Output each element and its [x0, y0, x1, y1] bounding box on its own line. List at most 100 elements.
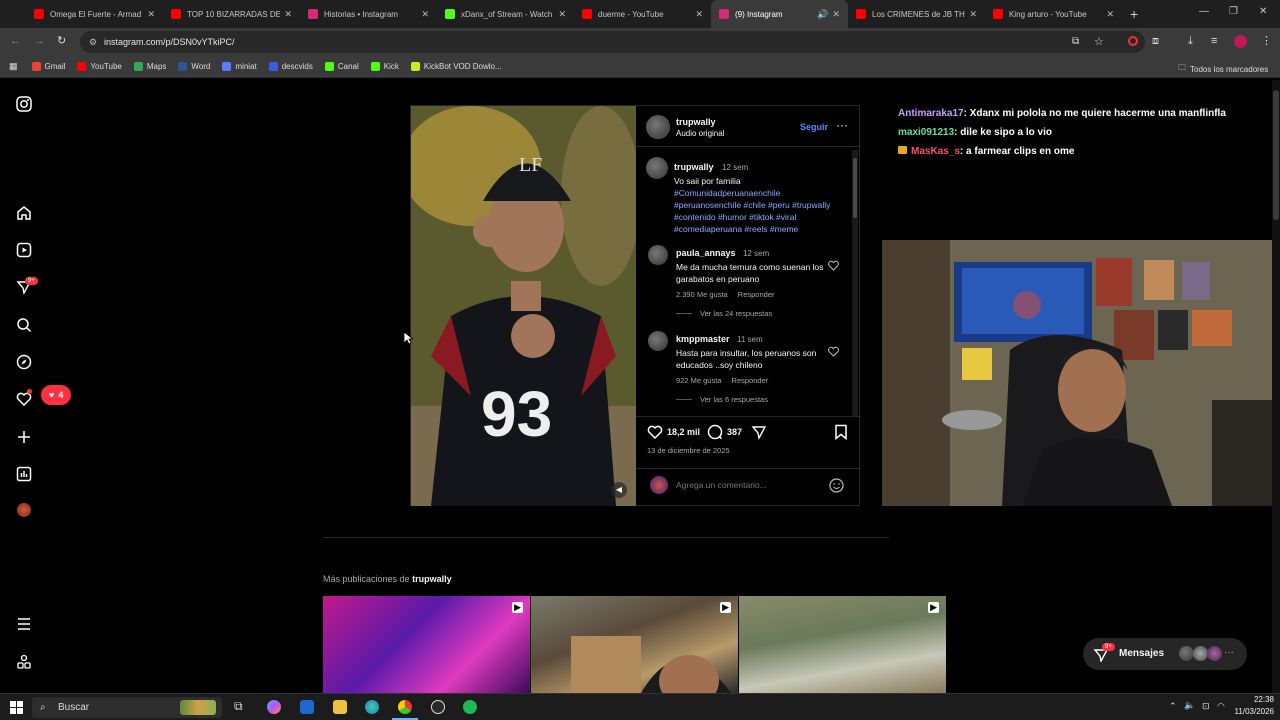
reels-icon[interactable] — [16, 242, 32, 258]
follow-button[interactable]: Seguir — [800, 122, 828, 132]
like-heart-icon[interactable] — [647, 424, 663, 440]
wifi-icon[interactable]: ◠ — [1217, 701, 1225, 712]
bookmark-item[interactable]: miniat — [222, 62, 257, 71]
scrollbar-thumb[interactable] — [853, 158, 857, 218]
mute-icon[interactable]: ◀ — [611, 482, 627, 498]
comment-avatar[interactable] — [648, 331, 668, 351]
menu-kebab-icon[interactable]: ⋮ — [1261, 34, 1272, 47]
comment-username[interactable]: paula_annays — [676, 248, 736, 258]
comment-like-icon[interactable] — [828, 260, 839, 271]
view-replies-button[interactable]: Ver las 24 respuestas — [700, 309, 772, 318]
share-icon[interactable] — [751, 424, 767, 440]
comment-like-icon[interactable] — [828, 346, 839, 357]
bookmark-item[interactable]: Gmail — [31, 62, 65, 71]
minimize-icon[interactable]: — — [1199, 6, 1209, 17]
downloads-icon[interactable]: ⤓ — [1188, 35, 1193, 48]
bookmark-item[interactable]: YouTube — [77, 62, 122, 71]
also-from-meta-icon[interactable] — [16, 654, 32, 670]
extensions-icon[interactable]: ⧈ — [1152, 35, 1159, 48]
bookmark-item[interactable]: descvids — [268, 62, 313, 71]
like-count[interactable]: 18,2 mil — [667, 427, 700, 437]
apps-grid-icon[interactable]: ▦ — [9, 61, 18, 72]
reply-button[interactable]: Responder — [738, 290, 775, 299]
browser-tab[interactable]: King arturo - YouTube ✕ — [985, 0, 1122, 28]
more-post-thumbnail-3[interactable]: ▶ — [739, 596, 946, 693]
explore-compass-icon[interactable] — [16, 354, 32, 370]
add-comment-input[interactable] — [676, 478, 816, 492]
comment-icon[interactable] — [707, 424, 723, 440]
home-icon[interactable] — [16, 205, 32, 221]
store-icon[interactable] — [300, 700, 314, 714]
edge-icon[interactable] — [365, 700, 379, 714]
url-field[interactable]: instagram.com/p/DSN0vYTkiPC/ — [80, 31, 1145, 53]
more-post-thumbnail-1[interactable]: ▶ — [323, 596, 530, 693]
page-scrollbar-thumb[interactable] — [1273, 90, 1279, 220]
comment-avatar[interactable] — [648, 245, 668, 265]
comment-likes[interactable]: 922 Me gusta — [676, 376, 721, 385]
page-scrollbar[interactable] — [1272, 80, 1280, 693]
reply-button[interactable]: Responder — [732, 376, 769, 385]
profile-avatar-icon[interactable] — [17, 503, 31, 517]
chrome-icon[interactable] — [398, 700, 412, 714]
save-bookmark-icon[interactable] — [834, 424, 848, 440]
browser-tab[interactable]: Omega El Fuerte - Armad ✕ — [26, 0, 163, 28]
browser-tab[interactable]: Historias • Instagram ✕ — [300, 0, 437, 28]
taskbar-search[interactable]: ⌕ Buscar — [32, 697, 222, 718]
comment-username[interactable]: kmppmaster — [676, 334, 730, 344]
back-icon[interactable]: ← — [10, 35, 21, 47]
new-tab-button[interactable]: + — [1130, 6, 1138, 22]
dashboard-icon[interactable] — [16, 466, 32, 482]
reload-icon[interactable]: ↻ — [57, 34, 66, 47]
bookmark-item[interactable]: Kick — [370, 62, 399, 71]
bookmark-item[interactable]: Canal — [324, 62, 359, 71]
messages-button[interactable]: 9+ Mensajes ··· — [1083, 638, 1247, 670]
bookmark-item[interactable]: Maps — [133, 62, 166, 71]
media-icon[interactable]: ≡ — [1211, 35, 1217, 47]
comments-scrollbar[interactable] — [852, 150, 858, 416]
tab-close-icon[interactable]: ✕ — [1106, 9, 1114, 20]
more-menu-icon[interactable] — [16, 616, 32, 632]
clock-time[interactable]: 22:38 — [1240, 695, 1274, 704]
search-icon[interactable] — [16, 317, 32, 333]
browser-tab[interactable]: (9) Instagram 🔊 ✕ — [711, 0, 848, 28]
caption-avatar[interactable] — [646, 157, 668, 179]
caption-username[interactable]: trupwally — [674, 162, 714, 172]
audio-label[interactable]: Audio original — [676, 129, 724, 138]
all-bookmarks-folder[interactable]: 🗀 Todos los marcadores — [1178, 62, 1268, 76]
clock-date[interactable]: 11/03/2026 — [1228, 707, 1274, 716]
obs-icon[interactable] — [431, 700, 445, 714]
install-app-icon[interactable]: ⧉ — [1072, 36, 1079, 47]
author-avatar[interactable] — [646, 115, 670, 139]
task-view-icon[interactable]: ⧉ — [234, 699, 243, 714]
forward-icon[interactable]: → — [34, 35, 45, 47]
tab-search-button[interactable] — [0, 0, 26, 28]
record-extension-icon[interactable] — [1128, 36, 1138, 46]
tab-close-icon[interactable]: ✕ — [421, 9, 429, 20]
more-post-thumbnail-2[interactable]: ▶ — [531, 596, 738, 693]
tab-audio-icon[interactable]: 🔊 — [817, 9, 828, 20]
bookmark-star-icon[interactable]: ☆ — [1094, 35, 1104, 48]
windows-start-icon[interactable] — [10, 701, 23, 714]
tab-close-icon[interactable]: ✕ — [832, 9, 840, 20]
instagram-logo-icon[interactable] — [16, 96, 32, 112]
caption-hashtags[interactable]: #Comunidadperuanaenchile #peruanosenchil… — [674, 187, 844, 235]
close-window-icon[interactable]: ✕ — [1259, 6, 1267, 17]
create-plus-icon[interactable] — [16, 429, 32, 445]
network-icon[interactable]: ⊡ — [1202, 701, 1210, 712]
spotify-icon[interactable] — [463, 700, 477, 714]
file-explorer-icon[interactable] — [333, 700, 347, 714]
reel-video[interactable]: 93 LF ◀ — [411, 106, 636, 506]
copilot-icon[interactable] — [267, 700, 281, 714]
tab-close-icon[interactable]: ✕ — [969, 9, 977, 20]
site-info-icon[interactable]: ⚙ — [89, 37, 97, 48]
volume-icon[interactable]: 🔈 — [1184, 700, 1195, 711]
browser-tab[interactable]: TOP 10 BIZARRADAS DEL ✕ — [163, 0, 300, 28]
browser-tab[interactable]: xDanx_of Stream - Watch ✕ — [437, 0, 574, 28]
tab-close-icon[interactable]: ✕ — [284, 9, 292, 20]
comment-likes[interactable]: 2.390 Me gusta — [676, 290, 728, 299]
tray-overflow-icon[interactable]: ⌃ — [1169, 701, 1177, 712]
tab-close-icon[interactable]: ✕ — [695, 9, 703, 20]
browser-tab[interactable]: Los CRIMENES de JB THE ✕ — [848, 0, 985, 28]
comment-count[interactable]: 387 — [727, 427, 742, 437]
browser-tab[interactable]: duerme - YouTube ✕ — [574, 0, 711, 28]
